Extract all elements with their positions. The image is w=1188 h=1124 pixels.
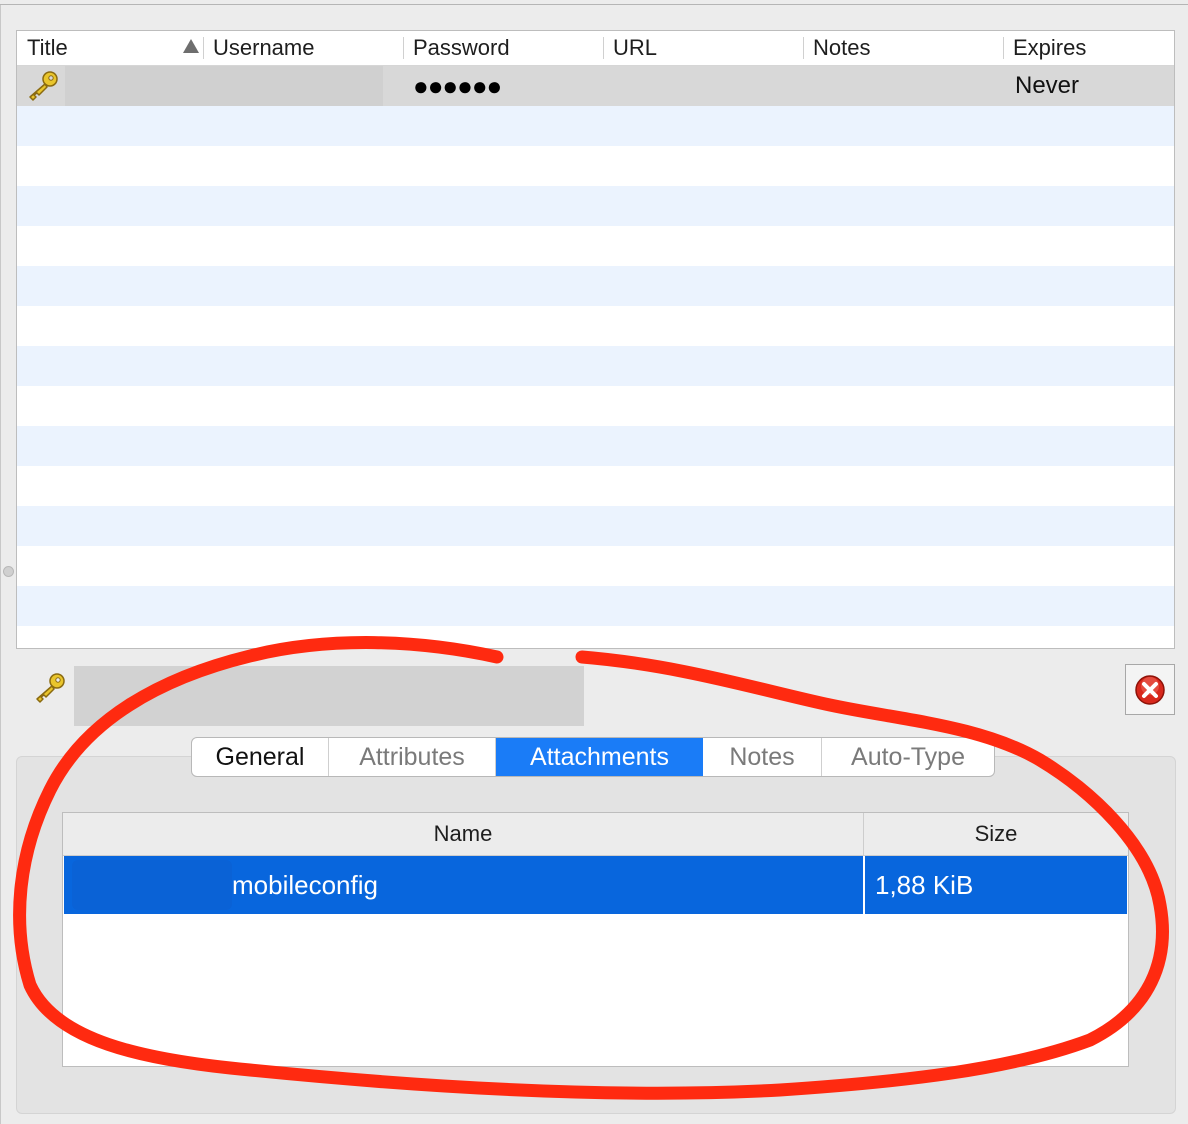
entry-title-cell [65,66,383,108]
empty-row [17,266,1174,306]
column-separator[interactable] [603,37,604,59]
attachment-size: 1,88 KiB [875,870,974,900]
column-separator [863,856,865,914]
entry-expires-cell: Never [1015,72,1080,99]
sort-ascending-icon [183,39,199,53]
entry-password-cell: ●●●●●● [413,71,502,101]
detail-tabs: General Attributes Attachments Notes Aut… [191,737,995,777]
empty-row [17,346,1174,386]
table-row[interactable]: ●●●●●● Never [17,66,1174,108]
close-detail-button[interactable] [1125,664,1175,715]
column-separator[interactable] [403,37,404,59]
splitter-left [0,5,1,1124]
column-separator[interactable] [203,37,204,59]
column-separator[interactable] [1003,37,1004,59]
column-header-password[interactable]: Password [413,31,603,65]
empty-row [17,546,1174,586]
tab-attributes[interactable]: Attributes [329,738,496,776]
attachment-name: mobileconfig [232,870,378,900]
empty-row [17,226,1174,266]
column-header-name[interactable]: Name [63,813,863,855]
splitter-handle[interactable] [3,566,14,577]
empty-row [17,466,1174,506]
column-header-username[interactable]: Username [213,31,403,65]
attachment-name-redacted [72,860,232,910]
column-header-url[interactable]: URL [613,31,803,65]
tab-general[interactable]: General [192,738,329,776]
empty-row [17,586,1174,626]
tab-auto-type[interactable]: Auto-Type [822,738,994,776]
attachments-table-header: Name Size [63,813,1128,856]
empty-row [17,386,1174,426]
entry-detail-title [74,666,584,726]
empty-row [17,106,1174,146]
column-separator[interactable] [803,37,804,59]
column-header-title-label: Title [27,35,68,60]
key-icon [29,71,58,101]
close-icon [1135,675,1165,705]
column-header-notes[interactable]: Notes [813,31,1003,65]
column-header-size[interactable]: Size [864,813,1128,855]
empty-row [17,306,1174,346]
tab-notes[interactable]: Notes [703,738,822,776]
entry-rows: ●●●●●● Never [17,66,1174,648]
column-header-expires[interactable]: Expires [1013,31,1173,65]
empty-row [17,626,1174,648]
window-top-border [0,4,1188,5]
attachment-row[interactable]: mobileconfig 1,88 KiB [64,856,1127,914]
key-icon [36,673,65,703]
attachments-table: Name Size mobileconfig 1,88 KiB [62,812,1129,1067]
empty-row [17,186,1174,226]
entry-table-header: Title Username Password URL Notes Expire… [17,31,1174,66]
empty-row [17,506,1174,546]
empty-row [17,426,1174,466]
tab-attachments[interactable]: Attachments [496,738,703,776]
column-header-title[interactable]: Title [27,31,203,65]
empty-row [17,146,1174,186]
entry-table: Title Username Password URL Notes Expire… [16,30,1175,649]
